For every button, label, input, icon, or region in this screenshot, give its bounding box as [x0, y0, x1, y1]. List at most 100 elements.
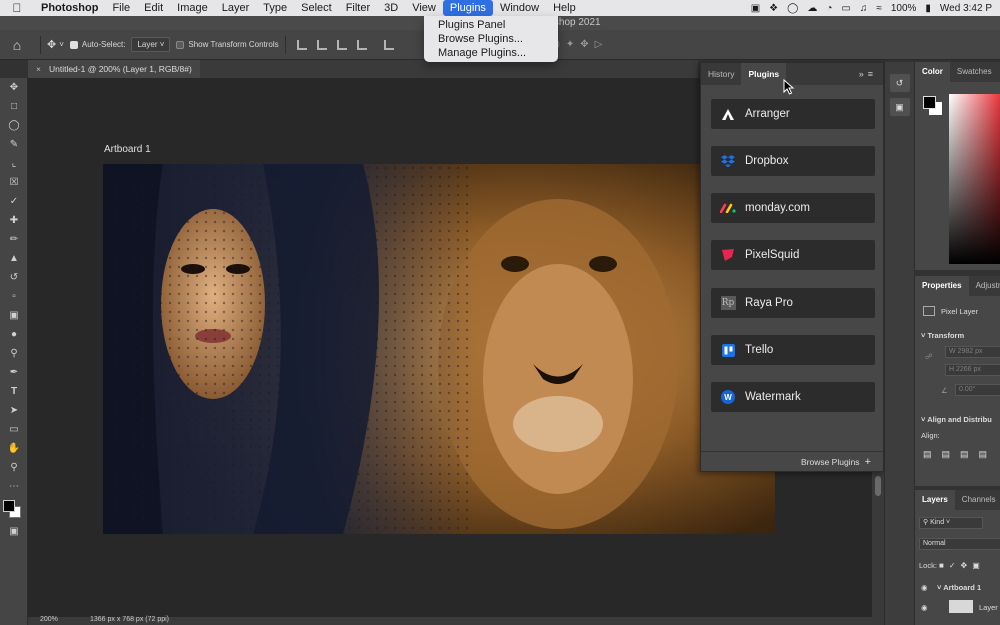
menu-3d[interactable]: 3D: [377, 0, 405, 16]
angle-field[interactable]: 0.00°: [955, 384, 1000, 396]
path-select-tool-icon[interactable]: ➤: [0, 401, 28, 420]
healing-tool-icon[interactable]: ✚: [0, 211, 28, 230]
auto-select-checkbox[interactable]: [69, 40, 78, 49]
history-panel-icon[interactable]: ↺: [889, 74, 910, 92]
camera-icon[interactable]: ▣: [751, 3, 760, 14]
width-field[interactable]: W 2982 px: [945, 346, 1000, 358]
artboard-label[interactable]: Artboard 1: [104, 144, 151, 155]
panel-menu-icon[interactable]: »≡: [859, 69, 883, 79]
menu-help[interactable]: Help: [546, 0, 583, 16]
visibility-eye-icon[interactable]: ◉: [921, 603, 928, 612]
foreground-color-swatch[interactable]: [3, 500, 15, 512]
menu-type[interactable]: Type: [256, 0, 294, 16]
tab-channels[interactable]: Channels: [955, 490, 1000, 510]
lasso-tool-icon[interactable]: ◯: [0, 116, 28, 135]
eyedropper-tool-icon[interactable]: ✓: [0, 192, 28, 211]
plugin-trello-button[interactable]: Trello: [711, 335, 875, 365]
quick-select-tool-icon[interactable]: ✎: [0, 135, 28, 154]
align-top-icon[interactable]: [383, 39, 394, 50]
stamp-tool-icon[interactable]: ▲: [0, 249, 28, 268]
volume-icon[interactable]: ♫: [860, 3, 868, 14]
plugin-arranger-button[interactable]: Arranger: [711, 99, 875, 129]
type-tool-icon[interactable]: T: [0, 382, 28, 401]
link-icon[interactable]: ☍: [925, 352, 933, 361]
apple-menu-icon[interactable]: : [0, 1, 34, 15]
scrollbar-thumb[interactable]: [875, 476, 881, 496]
align-left-icon[interactable]: [296, 39, 307, 50]
dodge-tool-icon[interactable]: ⚲: [0, 344, 28, 363]
eraser-tool-icon[interactable]: ▫: [0, 287, 28, 306]
tab-plugins[interactable]: Plugins: [741, 63, 787, 85]
tab-properties[interactable]: Properties: [915, 276, 969, 296]
chevron-down-icon[interactable]: ˅: [59, 40, 64, 49]
align-right-icon[interactable]: [336, 39, 347, 50]
height-field[interactable]: H 2266 px: [945, 364, 1000, 376]
hand-tool-icon[interactable]: ✋: [0, 439, 28, 458]
layer-kind-filter[interactable]: ⚲ Kind ˅: [919, 517, 983, 529]
transform-section-label[interactable]: ˅ Transform: [921, 331, 964, 340]
tab-history[interactable]: History: [701, 63, 741, 85]
plugin-watermark-button[interactable]: W Watermark: [711, 382, 875, 412]
menu-item-browse-plugins[interactable]: Browse Plugins...: [424, 32, 558, 46]
frame-tool-icon[interactable]: ☒: [0, 173, 28, 192]
plugin-raya-pro-button[interactable]: Rp Raya Pro: [711, 288, 875, 318]
document-info[interactable]: 1366 px x 768 px (72 ppi): [90, 616, 169, 623]
menu-view[interactable]: View: [405, 0, 443, 16]
marquee-tool-icon[interactable]: □: [0, 97, 28, 116]
zoom-tool-icon[interactable]: ⚲: [0, 458, 28, 477]
plugin-dropbox-button[interactable]: Dropbox: [711, 146, 875, 176]
tab-adjustments[interactable]: Adjustm: [969, 276, 1000, 296]
menu-window[interactable]: Window: [493, 0, 546, 16]
crop-tool-icon[interactable]: ⌞: [0, 154, 28, 173]
document-tab[interactable]: × Untitled-1 @ 200% (Layer 1, RGB/8#): [28, 60, 200, 78]
tab-layers[interactable]: Layers: [915, 490, 955, 510]
dropbox-status-icon[interactable]: ❖: [769, 3, 778, 14]
menu-plugins[interactable]: Plugins: [442, 0, 493, 16]
plus-icon[interactable]: +: [865, 456, 871, 468]
home-icon[interactable]: ⌂: [0, 37, 34, 53]
menu-edit[interactable]: Edit: [137, 0, 170, 16]
layer-thumbnail[interactable]: [949, 600, 973, 613]
align-buttons-icon[interactable]: ▤▤▤▤: [923, 449, 997, 460]
menu-item-plugins-panel[interactable]: Plugins Panel: [424, 18, 558, 32]
blur-tool-icon[interactable]: ●: [0, 325, 28, 344]
creative-cloud-icon[interactable]: ◔: [826, 3, 832, 14]
color-swatches[interactable]: [0, 496, 28, 522]
plugin-monday-button[interactable]: monday.com: [711, 193, 875, 223]
history-brush-icon[interactable]: ↺: [0, 268, 28, 287]
brush-tool-icon[interactable]: ✏: [0, 230, 28, 249]
close-tab-icon[interactable]: ×: [36, 64, 41, 74]
layer-name[interactable]: Layer: [979, 603, 998, 612]
plugins-panel-icon[interactable]: ▣: [889, 98, 910, 116]
menu-filter[interactable]: Filter: [339, 0, 377, 16]
color-picker-field[interactable]: [949, 94, 1000, 264]
auto-select-dropdown[interactable]: Layer ˅: [131, 37, 171, 52]
menu-photoshop[interactable]: Photoshop: [34, 0, 105, 16]
color-foreground-swatch[interactable]: [923, 96, 936, 109]
menu-item-manage-plugins[interactable]: Manage Plugins...: [424, 46, 558, 60]
tab-swatches[interactable]: Swatches: [950, 62, 999, 82]
transform-controls-checkbox[interactable]: [176, 40, 185, 49]
rectangle-tool-icon[interactable]: ▭: [0, 420, 28, 439]
browse-plugins-footer[interactable]: Browse Plugins +: [701, 451, 883, 471]
airplay-icon[interactable]: ▭: [841, 3, 850, 14]
quick-mask-icon[interactable]: ▣: [0, 522, 28, 541]
lock-icons[interactable]: ■✓✥▣: [939, 561, 985, 570]
menu-select[interactable]: Select: [294, 0, 339, 16]
zoom-level[interactable]: 200%: [40, 616, 58, 623]
align-center-icon[interactable]: [316, 39, 327, 50]
distribute-icon[interactable]: [356, 39, 367, 50]
artboard-layer-row[interactable]: ˅ Artboard 1: [937, 583, 981, 592]
wifi-icon[interactable]: ≈: [876, 3, 882, 14]
align-section-label[interactable]: ˅ Align and Distribu: [921, 415, 992, 424]
artwork-image[interactable]: [103, 164, 775, 534]
move-tool-icon[interactable]: ✥: [47, 38, 56, 51]
cloud-icon[interactable]: ☁: [807, 3, 817, 14]
clock[interactable]: Wed 3:42 P: [940, 3, 992, 14]
move-tool-icon[interactable]: ✥: [0, 78, 28, 97]
menu-image[interactable]: Image: [170, 0, 215, 16]
more-tools-icon[interactable]: ⋯: [0, 477, 28, 496]
battery-icon[interactable]: ▮: [925, 3, 931, 14]
visibility-eye-icon[interactable]: ◉: [921, 583, 928, 592]
tab-color[interactable]: Color: [915, 62, 950, 82]
